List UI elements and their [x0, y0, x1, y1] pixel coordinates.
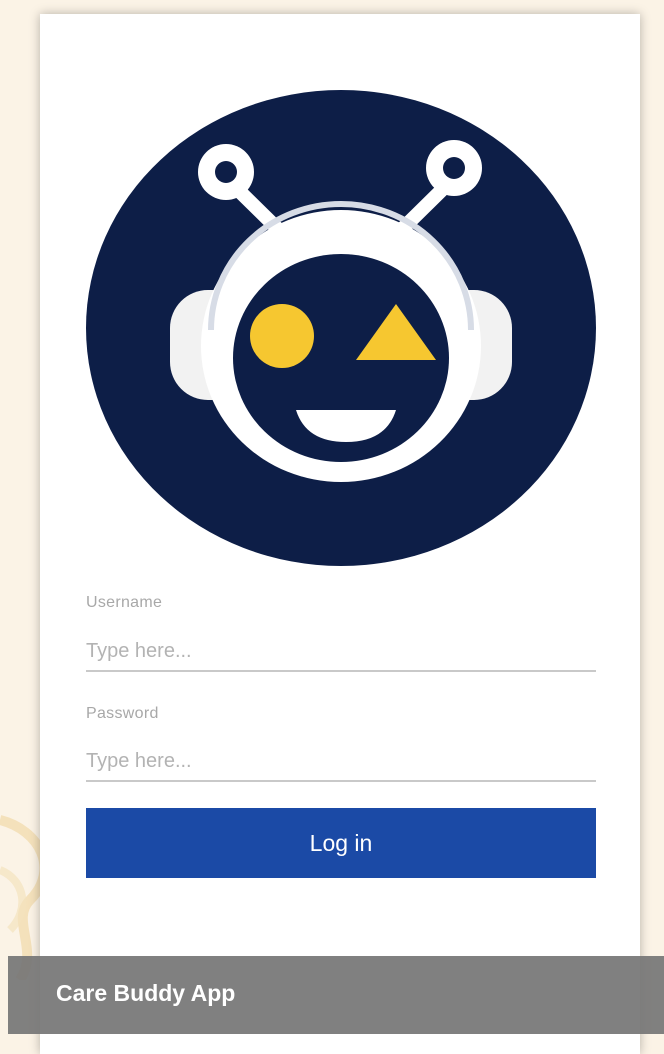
password-input[interactable]: [86, 742, 596, 782]
login-button[interactable]: Log in: [86, 808, 596, 878]
username-input[interactable]: [86, 632, 596, 672]
robot-face-icon: [86, 90, 596, 566]
app-screen: Username Password Log in: [40, 14, 640, 1054]
robot-logo: [86, 90, 596, 566]
password-label: Password: [86, 705, 159, 722]
username-label: Username: [86, 594, 163, 611]
caption-bar: Care Buddy App: [8, 956, 664, 1034]
caption-title: Care Buddy App: [56, 980, 236, 1006]
